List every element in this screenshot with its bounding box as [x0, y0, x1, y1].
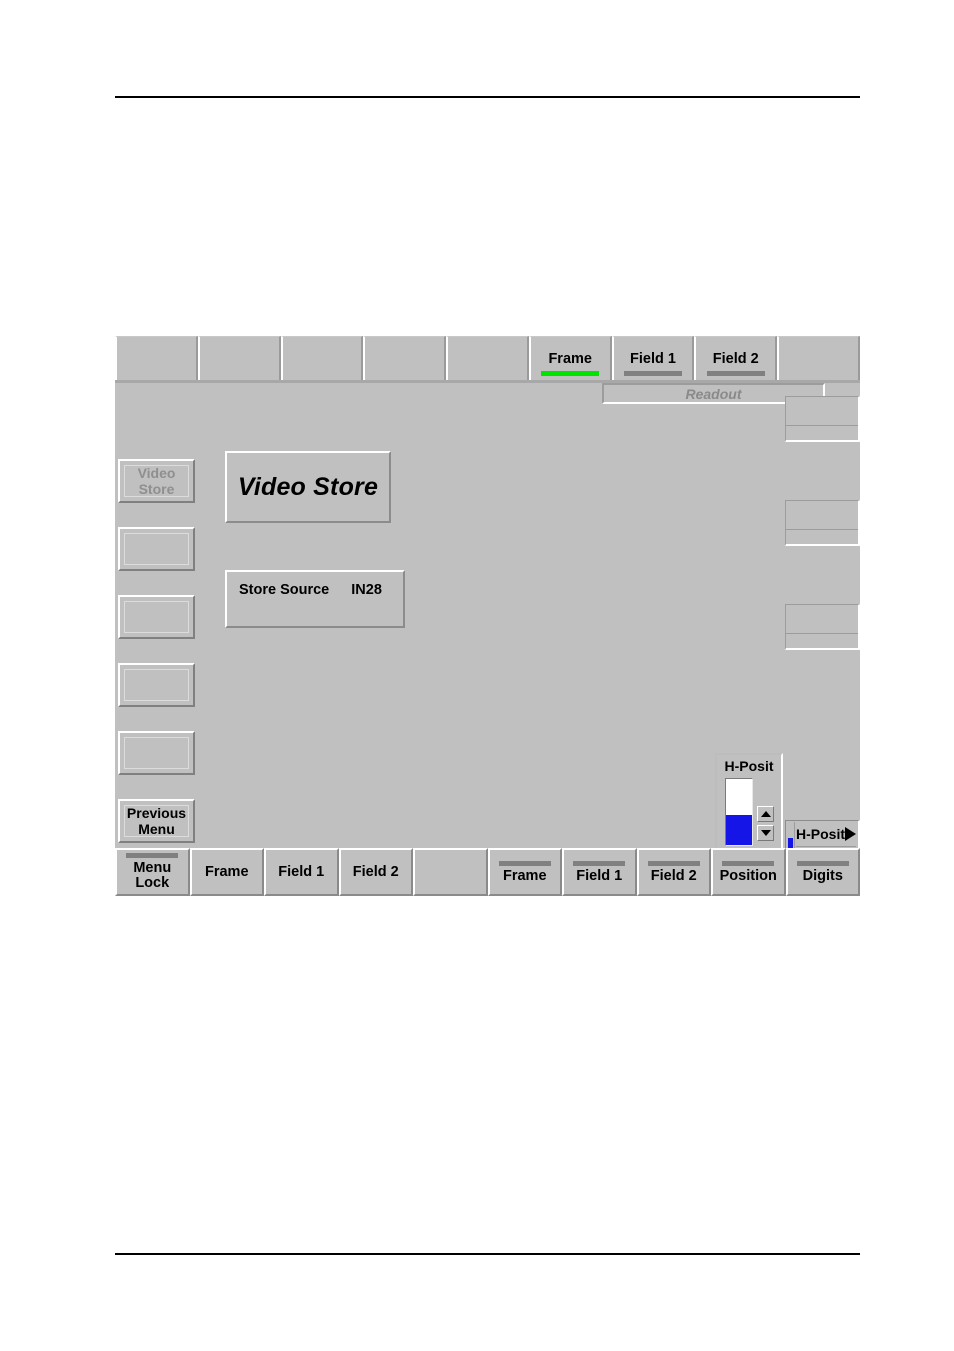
- button-digits-label: Digits: [802, 867, 843, 884]
- button-grab-frame-label: Frame: [204, 863, 249, 880]
- right-readout-slot-2-divider: [786, 529, 858, 530]
- left-button-slot-2[interactable]: [118, 527, 195, 571]
- button-menu-lock-indicator: [126, 853, 179, 858]
- tab-slot-2[interactable]: [197, 336, 281, 380]
- left-button-video-store-label-1: Video: [137, 465, 176, 481]
- button-digits-indicator: [796, 860, 849, 866]
- hposit-fader-track[interactable]: [725, 778, 753, 846]
- tab-field-2-label: Field 2: [712, 351, 759, 367]
- store-source-label: Store Source: [239, 582, 330, 598]
- right-readout-slot-3[interactable]: [785, 604, 860, 650]
- button-menu-lock-label-2: Lock: [135, 875, 170, 891]
- left-button-previous-menu-label-2: Menu: [138, 821, 175, 837]
- store-source-field[interactable]: Store Source IN28: [225, 570, 405, 628]
- button-position-indicator: [722, 860, 775, 866]
- left-button-previous-menu[interactable]: Previous Menu: [118, 799, 195, 843]
- button-menu-lock[interactable]: Menu Lock: [115, 848, 190, 896]
- tab-slot-5-indicator: [458, 371, 516, 376]
- triangle-down-icon: [760, 830, 771, 836]
- right-readout-slot-3-divider: [786, 633, 858, 634]
- button-freeze-field-1-indicator: [573, 860, 626, 866]
- left-button-video-store[interactable]: Video Store: [118, 459, 195, 503]
- hposit-fader[interactable]: H-Posit: [715, 753, 783, 853]
- left-button-previous-menu-label-1: Previous: [126, 805, 187, 821]
- tab-slot-9-indicator: [790, 371, 848, 376]
- hposit-readout-header: H-Posit: [796, 822, 856, 846]
- button-grab-frame[interactable]: Frame: [189, 848, 264, 896]
- button-freeze-field-1[interactable]: Field 1: [562, 848, 637, 896]
- button-position[interactable]: Position: [711, 848, 786, 896]
- tab-field-2-indicator: [706, 371, 765, 376]
- button-freeze-field-2-label: Field 2: [650, 867, 697, 884]
- right-readout-slot-1-divider: [786, 425, 858, 426]
- page-title: Video Store: [237, 472, 379, 501]
- left-button-video-store-label-2: Store: [138, 481, 175, 497]
- right-readout-slot-2[interactable]: [785, 500, 860, 546]
- tab-frame-indicator: [541, 371, 600, 376]
- hposit-readout-label: H-Posit: [796, 826, 845, 842]
- button-grab-field-1[interactable]: Field 1: [264, 848, 339, 896]
- hposit-fader-label: H-Posit: [724, 758, 774, 774]
- tab-slot-1[interactable]: [115, 336, 198, 380]
- left-button-slot-3-inset: [124, 601, 189, 633]
- tab-slot-3[interactable]: [280, 336, 364, 380]
- button-position-label: Position: [719, 867, 777, 884]
- panel-body: Readout Grab Freeze Video Store: [115, 383, 860, 892]
- button-freeze-field-1-label: Field 1: [576, 867, 623, 884]
- button-digits[interactable]: Digits: [785, 848, 860, 896]
- left-button-slot-5-inset: [124, 737, 189, 769]
- tab-field-1-label: Field 1: [630, 351, 676, 367]
- tab-slot-9[interactable]: [777, 336, 860, 380]
- video-store-title-box: Video Store: [225, 451, 391, 523]
- hposit-fader-fill: [726, 815, 752, 845]
- tab-field-2[interactable]: Field 2: [694, 336, 778, 380]
- button-grab-field-2-label: Field 2: [352, 863, 399, 880]
- tab-frame-label: Frame: [548, 351, 592, 367]
- button-slot-5[interactable]: [413, 848, 488, 896]
- tab-slot-4[interactable]: [363, 336, 447, 380]
- button-grab-field-2[interactable]: Field 2: [338, 848, 413, 896]
- button-freeze-field-2[interactable]: Field 2: [636, 848, 711, 896]
- tab-row: Frame Field 1 Field 2: [115, 336, 860, 380]
- left-button-slot-4-inset: [124, 669, 189, 701]
- store-source-value: IN28: [351, 582, 382, 598]
- tab-slot-4-indicator: [376, 371, 434, 376]
- left-button-slot-4[interactable]: [118, 663, 195, 707]
- right-triangle-icon[interactable]: [845, 827, 856, 841]
- bottom-button-row: Menu Lock Frame Field 1 Field 2 Frame Fi…: [115, 848, 860, 896]
- hposit-fader-increment-button[interactable]: [757, 806, 774, 822]
- button-freeze-frame-label: Frame: [502, 867, 547, 884]
- tab-slot-3-indicator: [293, 371, 351, 376]
- right-readout-slot-1[interactable]: [785, 396, 860, 442]
- button-freeze-frame-indicator: [498, 860, 551, 866]
- tab-slot-5[interactable]: [446, 336, 529, 380]
- button-grab-field-1-label: Field 1: [278, 863, 325, 880]
- tab-field-1-indicator: [623, 371, 682, 376]
- button-freeze-frame[interactable]: Frame: [487, 848, 562, 896]
- triangle-up-icon: [760, 811, 771, 817]
- tab-frame[interactable]: Frame: [528, 336, 612, 380]
- page-header-rule: [115, 96, 860, 98]
- left-button-slot-5[interactable]: [118, 731, 195, 775]
- button-menu-lock-label-1: Menu: [133, 860, 172, 876]
- page-footer-rule: [115, 1253, 860, 1255]
- left-button-slot-3[interactable]: [118, 595, 195, 639]
- left-button-slot-2-inset: [124, 533, 189, 565]
- tab-slot-1-indicator: [127, 371, 185, 376]
- button-freeze-field-2-indicator: [647, 860, 700, 866]
- tab-slot-2-indicator: [210, 371, 268, 376]
- tab-field-1[interactable]: Field 1: [611, 336, 695, 380]
- hposit-fader-decrement-button[interactable]: [757, 825, 774, 841]
- video-store-control-panel: Frame Field 1 Field 2 Readout Grab Freez…: [115, 336, 860, 896]
